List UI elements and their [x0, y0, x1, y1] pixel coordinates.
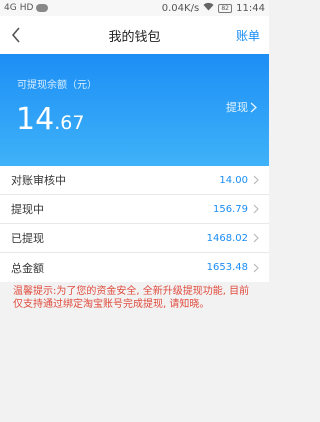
- status-bar: 4G HD 0.04K/s 82 11:44: [0, 0, 269, 16]
- security-notice: 温馨提示:为了您的资金安全, 全新升级提现功能, 目前仅支持通过绑定淘宝账号完成…: [13, 286, 250, 310]
- row-right: 14.00: [219, 175, 260, 186]
- withdraw-label: 提现: [226, 101, 248, 114]
- chevron-right-icon: [253, 175, 259, 185]
- balance-amount-integer: 14: [16, 102, 55, 137]
- chevron-right-icon: [253, 263, 259, 272]
- hd-indicator: HD: [19, 3, 34, 13]
- chevron-right-icon: [250, 102, 257, 112]
- row-label: 对账审核中: [11, 174, 66, 187]
- list-item-total[interactable]: 总金额 1653.48: [0, 253, 269, 282]
- network-speed: 0.04K/s: [161, 2, 200, 14]
- balance-amount: 14.67: [16, 102, 84, 141]
- row-value: 1653.48: [206, 262, 248, 273]
- network-indicator: 4G: [4, 3, 17, 13]
- row-value: 14.00: [219, 174, 248, 186]
- withdraw-button[interactable]: 提现: [226, 99, 257, 115]
- wallet-detail-list: 对账审核中 14.00 提现中 156.79 已提现 1468.02 总金额 1…: [0, 166, 269, 282]
- bill-button[interactable]: 账单: [236, 27, 260, 44]
- status-left: 4G HD: [4, 3, 49, 13]
- status-right: 0.04K/s 82 11:44: [162, 2, 265, 14]
- battery-icon: 82: [218, 3, 233, 13]
- list-item-withdrawn[interactable]: 已提现 1468.02: [0, 224, 269, 253]
- balance-amount-decimal: .67: [54, 112, 85, 134]
- clock: 11:44: [236, 2, 265, 14]
- wifi-icon: [203, 2, 214, 14]
- list-item-withdrawing[interactable]: 提现中 156.79: [0, 195, 269, 224]
- row-value: 1468.02: [206, 232, 248, 244]
- row-label: 总金额: [11, 261, 44, 275]
- chevron-left-icon[interactable]: [8, 25, 24, 45]
- balance-card: 可提现余额（元） 14.67 提现: [0, 54, 269, 166]
- row-right: 1653.48: [207, 262, 260, 273]
- notification-icon: [36, 4, 49, 12]
- row-right: 156.79: [213, 204, 260, 215]
- list-item-reconciling[interactable]: 对账审核中 14.00: [0, 166, 269, 195]
- row-right: 1468.02: [207, 233, 260, 244]
- page-title: 我的钱包: [108, 29, 161, 45]
- balance-label: 可提现余额（元）: [17, 80, 97, 91]
- chevron-right-icon: [253, 233, 259, 243]
- app-header: 我的钱包 账单: [0, 16, 269, 54]
- row-label: 提现中: [11, 203, 44, 216]
- chevron-right-icon: [253, 204, 259, 214]
- row-label: 已提现: [11, 232, 44, 245]
- row-value: 156.79: [213, 203, 248, 215]
